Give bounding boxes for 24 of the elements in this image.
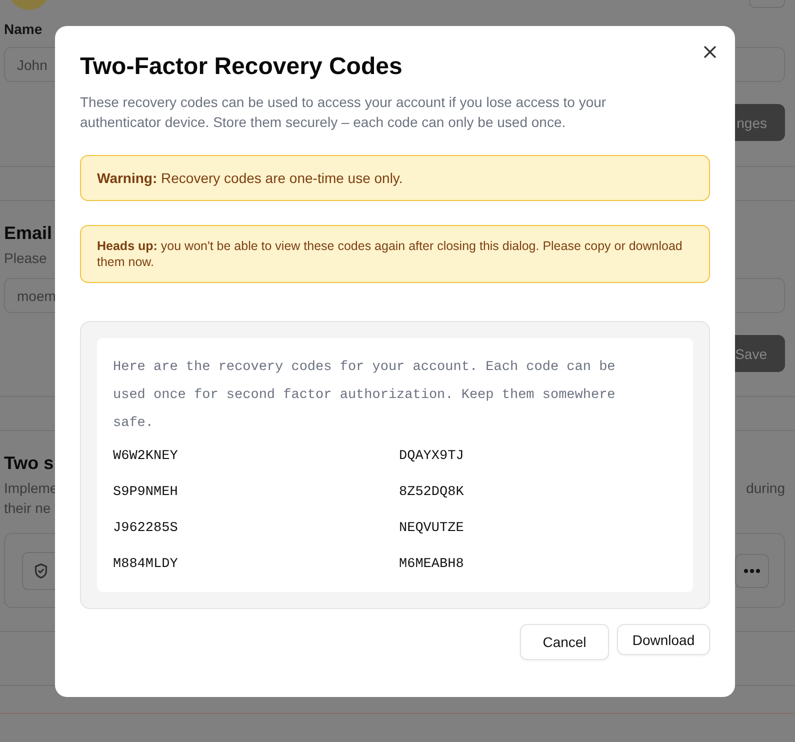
- ellipsis-icon: [743, 568, 761, 574]
- recovery-code: J962285S: [113, 520, 179, 538]
- close-icon[interactable]: [703, 45, 717, 59]
- section-hint: Please: [4, 249, 47, 268]
- section-heading: Two s: [4, 453, 54, 474]
- warning-alert: Warning: Recovery codes are one-time use only.: [80, 155, 710, 201]
- codes-intro-text: Here are the recovery codes for your account. Each code can be used once for second factor authorization. Keep them somewhere safe.: [113, 359, 616, 433]
- dialog-description: These recovery codes can be used to access your account if you lose access to your authenticator device. Store them securely – each code can only be used once.: [80, 93, 608, 132]
- notice-alert: Heads up: you won't be able to view these codes again after closing this dialog. Please copy or download them now.: [80, 225, 710, 283]
- section-heading: Email: [4, 223, 52, 244]
- recovery-code: S9P9NMEH: [113, 484, 179, 502]
- section-description: their ne: [4, 499, 52, 518]
- section-description: Impleme: [4, 479, 58, 498]
- recovery-code: NEQVUTZE: [399, 520, 465, 538]
- recovery-code: DQAYX9TJ: [399, 448, 465, 466]
- recovery-code: 8Z52DQ8K: [399, 484, 465, 502]
- field-label: Name: [4, 21, 42, 37]
- recovery-code: M884MLDY: [113, 556, 179, 574]
- cancel-button[interactable]: Cancel: [520, 624, 609, 660]
- download-button[interactable]: Download: [617, 624, 710, 655]
- recovery-code: W6W2KNEY: [113, 448, 179, 466]
- recovery-code: M6MEABH8: [399, 556, 465, 574]
- dialog-title: Two-Factor Recovery Codes: [80, 52, 404, 82]
- section-description: during: [746, 479, 785, 498]
